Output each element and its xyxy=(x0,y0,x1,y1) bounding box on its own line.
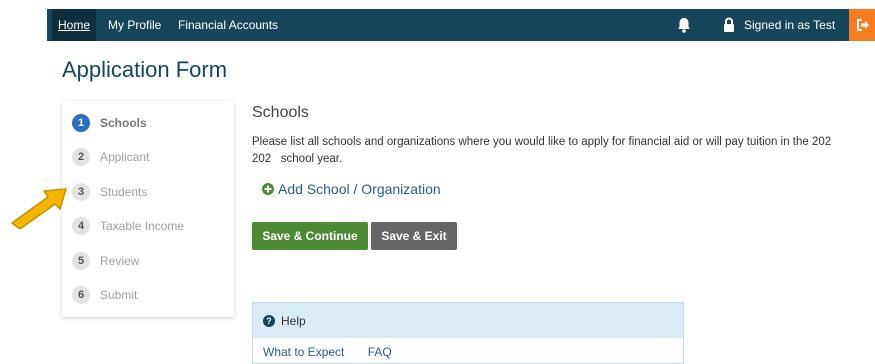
help-link-what-to-expect[interactable]: What to Expect xyxy=(263,345,344,359)
step-taxable-income[interactable]: 4 Taxable Income xyxy=(72,215,184,237)
help-panel: ? Help What to Expect FAQ xyxy=(252,302,684,364)
step-number: 5 xyxy=(72,252,90,270)
add-school-link[interactable]: Add School / Organization xyxy=(262,181,441,197)
step-schools[interactable]: 1 Schools xyxy=(72,112,147,134)
bell-icon[interactable] xyxy=(676,17,692,33)
step-number: 6 xyxy=(72,286,90,304)
step-sidebar: 1 Schools 2 Applicant 3 Students 4 Taxab… xyxy=(62,101,234,317)
help-link-faq[interactable]: FAQ xyxy=(368,345,392,359)
step-label: Taxable Income xyxy=(100,219,185,233)
nav-my-profile-link[interactable]: My Profile xyxy=(108,9,161,41)
page-title: Application Form xyxy=(62,57,228,82)
help-header[interactable]: ? Help xyxy=(253,303,683,338)
step-students[interactable]: 3 Students xyxy=(72,181,147,203)
step-label: Schools xyxy=(100,116,147,130)
step-submit[interactable]: 6 Submit xyxy=(72,284,137,306)
pointer-arrow xyxy=(11,188,67,229)
step-number: 1 xyxy=(72,114,90,132)
top-navbar: Home My Profile Financial Accounts Signe… xyxy=(47,9,875,41)
step-number: 2 xyxy=(72,148,90,166)
logout-icon xyxy=(857,19,869,31)
step-number: 3 xyxy=(72,183,90,201)
plus-circle-icon xyxy=(262,183,274,195)
help-title: Help xyxy=(281,313,306,328)
question-circle-icon: ? xyxy=(263,314,275,327)
instructions-text: Please list all schools and organization… xyxy=(252,134,870,168)
nav-home-link[interactable]: Home xyxy=(52,9,97,41)
nav-financial-accounts-link[interactable]: Financial Accounts xyxy=(178,9,278,41)
add-school-label: Add School / Organization xyxy=(278,181,441,197)
step-label: Applicant xyxy=(100,150,150,164)
lock-icon xyxy=(723,17,735,33)
instructions-line: Please list all schools and organization… xyxy=(252,136,832,148)
logout-button[interactable] xyxy=(849,9,875,41)
help-links: What to Expect FAQ xyxy=(263,345,412,359)
signed-in-status: Signed in as Test xyxy=(744,18,836,32)
step-number: 4 xyxy=(72,217,90,235)
instructions-line: 202 school year. xyxy=(252,153,343,165)
step-applicant[interactable]: 2 Applicant xyxy=(72,146,149,168)
save-continue-button[interactable]: Save & Continue xyxy=(252,222,368,250)
svg-text:?: ? xyxy=(266,316,272,326)
section-title: Schools xyxy=(252,104,309,121)
step-label: Review xyxy=(100,254,140,268)
save-exit-button[interactable]: Save & Exit xyxy=(371,222,457,250)
step-review[interactable]: 5 Review xyxy=(72,250,139,272)
step-label: Submit xyxy=(100,288,138,302)
step-label: Students xyxy=(100,185,148,199)
